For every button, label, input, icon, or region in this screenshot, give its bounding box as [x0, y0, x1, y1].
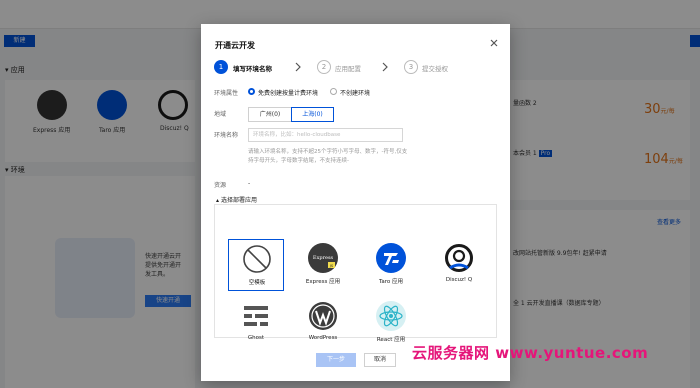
app-tile-wordpress[interactable]: WordPress	[295, 297, 351, 349]
chevron-right-icon	[382, 62, 388, 72]
region-guangzhou[interactable]: 广州(0)	[248, 107, 292, 122]
ghost-icon	[244, 306, 268, 326]
radio-dot	[330, 88, 337, 95]
radio-dot-selected	[248, 88, 255, 95]
wordpress-icon	[309, 302, 337, 330]
app-tile-taro[interactable]: Taro 应用	[363, 239, 419, 291]
step-2-number: 2	[317, 60, 331, 74]
env-name-label: 环境名称	[214, 132, 239, 139]
react-icon	[376, 301, 406, 331]
app-tile-empty[interactable]: 空模板	[228, 239, 284, 291]
app-name: Express 应用	[305, 279, 341, 285]
app-tile-express[interactable]: Express JS Express 应用	[295, 239, 351, 291]
env-name-hint: 请输入环境名称，支持不超25个字符小写字母、数字，-符号,仅支持字母开头，字母数…	[248, 149, 408, 164]
resource-value: -	[248, 180, 251, 187]
express-icon: Express JS	[308, 243, 338, 273]
app-name: WordPress	[308, 335, 338, 341]
select-deploy-app-toggle[interactable]: ▴ 选择部署应用	[216, 195, 257, 204]
watermark: 云服务器网 www.yuntue.com	[412, 344, 649, 362]
step-3-number: 3	[404, 60, 418, 74]
cancel-button[interactable]: 取消	[364, 353, 396, 367]
close-icon[interactable]	[489, 38, 499, 48]
region-label: 地域	[214, 111, 227, 118]
step-3-label: 提交授权	[422, 65, 448, 73]
app-grid: 空模板 Express JS Express 应用 Taro 应用 Discuz…	[214, 204, 497, 343]
app-name: Ghost	[247, 335, 265, 341]
step-1-label: 填写环境名称	[233, 65, 272, 73]
app-name: React 应用	[376, 337, 406, 343]
caret-up-icon: ▴	[216, 197, 220, 204]
radio-label: 免费创建按量计费环境	[258, 90, 319, 97]
app-name: Discuz! Q	[445, 277, 473, 283]
env-type-label: 环境属性	[214, 90, 239, 97]
resource-label: 资源	[214, 182, 227, 189]
chevron-right-icon	[295, 62, 301, 72]
dialog-title: 开通云开发	[215, 41, 255, 50]
taro-icon	[376, 243, 406, 273]
discuz-icon	[445, 244, 473, 272]
app-tile-discuz[interactable]: Discuz! Q	[431, 239, 487, 291]
env-name-input[interactable]: 环境名称，比如：hello-cloudbase	[248, 128, 403, 142]
app-tile-ghost[interactable]: Ghost	[228, 297, 284, 349]
app-tile-react[interactable]: React 应用	[363, 297, 419, 349]
empty-template-icon	[243, 245, 271, 273]
radio-label: 不创建环境	[340, 90, 371, 97]
stepper: 1 填写环境名称 2 应用配置 3 提交授权	[214, 60, 504, 76]
app-name: Taro 应用	[378, 279, 404, 285]
radio-no-env[interactable]: 不创建环境	[330, 88, 380, 97]
next-button[interactable]: 下一步	[316, 353, 356, 367]
open-cloud-dev-dialog: 开通云开发 1 填写环境名称 2 应用配置 3 提交授权 环境属性 免费创建按量…	[201, 24, 510, 381]
step-2-label: 应用配置	[335, 65, 361, 73]
svg-text:Express: Express	[313, 255, 334, 261]
radio-create-env[interactable]: 免费创建按量计费环境	[248, 88, 328, 97]
step-1-number: 1	[214, 60, 228, 74]
region-shanghai[interactable]: 上海(0)	[291, 107, 334, 122]
app-name: 空模板	[248, 280, 266, 286]
